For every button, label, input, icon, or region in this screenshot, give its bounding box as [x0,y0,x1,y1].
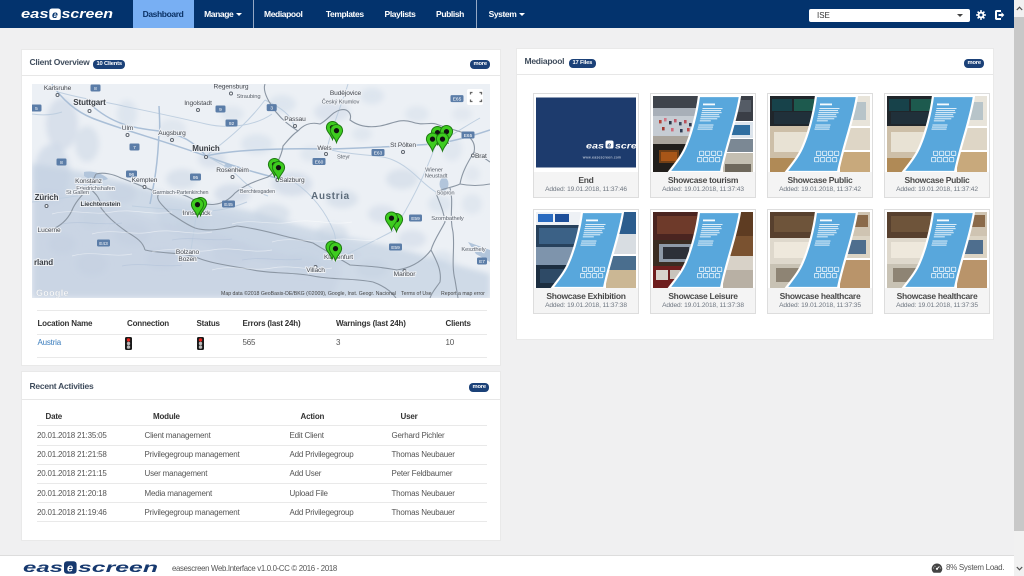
svg-text:7: 7 [133,145,136,151]
svg-text:Villach: Villach [306,267,325,274]
svg-text:Stuttgart: Stuttgart [73,98,106,107]
svg-text:Terms of Use: Terms of Use [401,291,432,297]
svg-text:E65: E65 [453,97,462,103]
svg-text:Wels: Wels [317,145,332,152]
svg-text:Zürich: Zürich [35,193,59,202]
svg-text:Google: Google [36,288,69,298]
svg-text:Garmisch-Partenkirchen: Garmisch-Partenkirchen [153,190,209,196]
svg-text:E59: E59 [391,245,400,251]
svg-text:eas: eas [586,140,604,150]
svg-text:E43: E43 [99,241,108,247]
svg-text:Salzburg: Salzburg [279,177,305,184]
svg-text:E63: E63 [374,151,383,157]
svg-text:E7: E7 [479,259,485,265]
svg-text:Liechtenstein: Liechtenstein [81,201,121,208]
svg-text:Bozen: Bozen [178,256,197,263]
svg-text:8: 8 [94,86,97,92]
svg-text:St Pölten: St Pölten [390,142,416,149]
svg-text:Konstanz: Konstanz [75,178,102,185]
svg-text:eas: eas [21,8,49,20]
svg-text:3: 3 [270,106,273,112]
svg-text:rland: rland [34,258,53,267]
svg-text:Karlsruhe: Karlsruhe [44,85,72,92]
svg-text:Szombathely: Szombathely [431,216,464,222]
svg-text:E65: E65 [464,133,473,139]
svg-text:Neustadt: Neustadt [425,174,448,180]
svg-text:Brat: Brat [475,153,487,160]
svg-text:Berchtesgaden: Berchtesgaden [240,189,275,195]
svg-text:E59: E59 [411,216,420,222]
svg-text:5: 5 [35,106,38,112]
svg-text:Regensburg: Regensburg [214,84,249,91]
svg-text:Rosenheim: Rosenheim [216,167,249,174]
svg-text:Kempten: Kempten [132,177,158,184]
svg-text:9: 9 [219,107,222,113]
svg-text:Český Krumlov: Český Krumlov [322,99,360,106]
svg-text:Steyr: Steyr [337,155,350,161]
svg-text:E60: E60 [315,160,324,166]
svg-text:St Gallen: St Gallen [66,190,89,196]
svg-text:95: 95 [193,175,199,181]
svg-text:Austria: Austria [311,191,350,202]
svg-text:screen: screen [78,561,158,574]
svg-text:Report a map error: Report a map error [441,291,485,297]
svg-text:Maribor: Maribor [394,271,417,278]
svg-text:Passau: Passau [284,116,306,123]
svg-text:screen: screen [62,8,114,20]
svg-text:screen: screen [615,140,636,150]
svg-text:8: 8 [60,160,63,166]
svg-text:eas: eas [23,561,64,574]
svg-text:Ingolstadt: Ingolstadt [184,100,212,107]
svg-text:e: e [67,563,73,574]
svg-text:e: e [607,142,611,149]
svg-text:Lucerne: Lucerne [38,227,62,234]
svg-text:Ulm: Ulm [122,125,134,132]
svg-text:Augsburg: Augsburg [158,130,186,137]
svg-text:Map data ©2018 GeoBasis-DE/BKG: Map data ©2018 GeoBasis-DE/BKG (©2009), … [221,290,396,297]
svg-text:E45: E45 [224,202,233,208]
svg-text:Sopron: Sopron [436,191,454,197]
svg-text:92: 92 [229,121,235,127]
svg-text:www.easescreen.com: www.easescreen.com [583,155,621,159]
svg-text:e: e [52,9,58,20]
svg-text:Keszthely: Keszthely [461,247,485,253]
svg-text:Budějovice: Budějovice [330,90,362,97]
svg-text:Straubing: Straubing [237,94,261,100]
svg-text:Munich: Munich [192,144,220,153]
svg-text:Bolzano: Bolzano [176,249,200,256]
